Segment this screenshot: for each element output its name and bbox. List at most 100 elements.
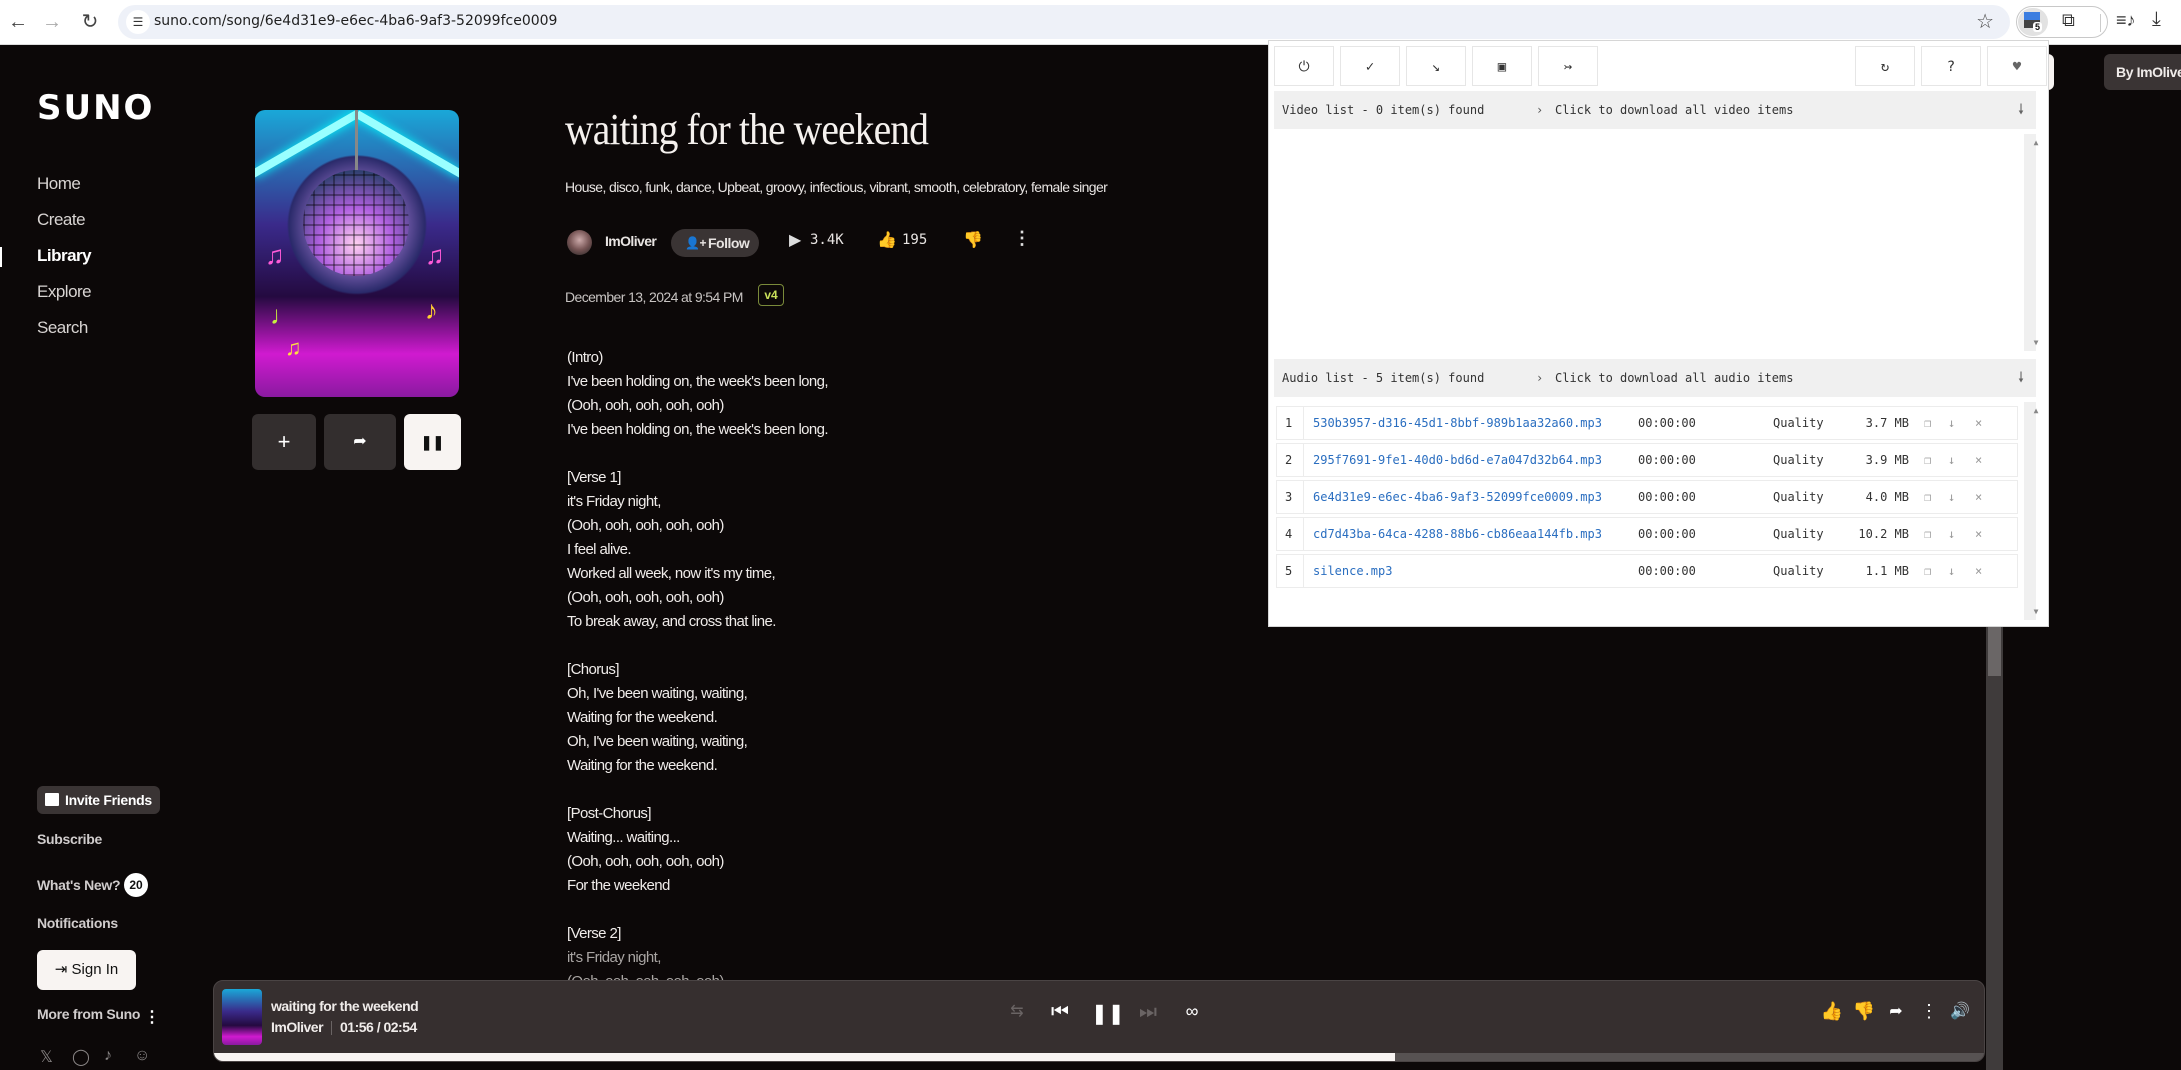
- reload-icon[interactable]: ↻: [78, 10, 102, 34]
- previous-track-icon[interactable]: ⏮: [1047, 1001, 1073, 1024]
- merge-icon[interactable]: ↣: [1538, 46, 1598, 86]
- quality-selector[interactable]: Quality: [1773, 407, 1824, 439]
- song-more-options-icon[interactable]: ⋮: [1013, 228, 1031, 249]
- song-cover-art[interactable]: ♫ ♫ ♩ ♪ ♫: [255, 110, 459, 397]
- artist-avatar[interactable]: [567, 230, 592, 255]
- nav-explore[interactable]: Explore: [37, 282, 92, 302]
- chevron-right-icon: ›: [1536, 371, 1544, 385]
- loop-icon[interactable]: ∞: [1179, 1001, 1205, 1022]
- nav-search[interactable]: Search: [37, 318, 88, 338]
- nav-library[interactable]: Library: [37, 246, 92, 266]
- lyrics-line: (Ooh, ooh, ooh, ooh, ooh): [567, 853, 724, 870]
- close-icon[interactable]: ×: [1975, 407, 1982, 439]
- volume-icon[interactable]: 🔊: [1947, 1001, 1973, 1021]
- page-scrollbar-thumb[interactable]: [1988, 626, 2001, 676]
- close-icon[interactable]: ×: [1975, 518, 1982, 550]
- nav-home[interactable]: Home: [37, 174, 81, 194]
- sign-in-button[interactable]: ⇥ Sign In: [37, 950, 136, 990]
- more-vertical-icon[interactable]: ⋮: [144, 1007, 160, 1027]
- toolbar-divider: [2100, 14, 2101, 32]
- download-all-video-icon[interactable]: 🠗: [2018, 91, 2024, 129]
- audio-file-link[interactable]: 6e4d31e9-e6ec-4ba6-9af3-52099fce0009.mp3: [1313, 481, 1602, 513]
- bookmark-star-icon[interactable]: ☆: [1976, 9, 1994, 34]
- nav-create[interactable]: Create: [37, 210, 86, 230]
- pause-button[interactable]: ❚❚: [404, 414, 461, 470]
- player-song-title[interactable]: waiting for the weekend: [271, 998, 419, 1014]
- copy-icon[interactable]: ❐: [1924, 555, 1931, 587]
- download-icon[interactable]: ↓: [1948, 481, 1955, 513]
- help-icon[interactable]: ?: [1921, 46, 1981, 86]
- playback-progress-bar[interactable]: [214, 1053, 1984, 1061]
- subscribe-link[interactable]: Subscribe: [37, 831, 102, 847]
- video-list-scrollbar[interactable]: ▲ ▼: [2024, 134, 2038, 351]
- refresh-icon[interactable]: ↻: [1855, 46, 1915, 86]
- player-dislike-icon[interactable]: 👎: [1851, 1001, 1877, 1022]
- media-controls-icon[interactable]: ≡♪: [2116, 10, 2136, 31]
- audio-file-link[interactable]: 295f7691-9fe1-40d0-bd6d-e7a047d32b64.mp3: [1313, 444, 1602, 476]
- discord-icon[interactable]: ☺: [134, 1047, 150, 1065]
- whats-new-link[interactable]: What's New?: [37, 877, 121, 893]
- more-from-suno-link[interactable]: More from Suno: [37, 1006, 140, 1022]
- player-cover-thumbnail[interactable]: [222, 989, 262, 1045]
- share-button[interactable]: ➦: [324, 414, 396, 470]
- repeat-icon[interactable]: ⇆: [1004, 1001, 1030, 1021]
- extensions-puzzle-icon[interactable]: ⧉: [2062, 10, 2075, 31]
- audio-list-scrollbar[interactable]: ▲ ▼: [2024, 402, 2038, 620]
- next-track-icon[interactable]: ⏭: [1135, 1001, 1161, 1024]
- playback-progress-fill: [214, 1053, 1395, 1061]
- link-icon[interactable]: ▣: [1472, 46, 1532, 86]
- play-count: 3.4K: [810, 232, 844, 248]
- download-icon[interactable]: ↓: [1948, 444, 1955, 476]
- audio-file-link[interactable]: cd7d43ba-64ca-4288-88b6-cb86eaa144fb.mp3: [1313, 518, 1602, 550]
- shrink-icon[interactable]: ↘: [1406, 46, 1466, 86]
- quality-selector[interactable]: Quality: [1773, 555, 1824, 587]
- dislike-icon[interactable]: 👎: [963, 230, 983, 250]
- download-all-audio-icon[interactable]: 🠗: [2018, 359, 2024, 397]
- invite-friends-button[interactable]: Invite Friends: [37, 786, 160, 814]
- page-scrollbar[interactable]: [1986, 626, 2003, 1070]
- forward-icon[interactable]: →: [40, 10, 64, 34]
- copy-icon[interactable]: ❐: [1924, 518, 1931, 550]
- audio-file-link[interactable]: silence.mp3: [1313, 555, 1392, 587]
- artist-name[interactable]: ImOliver: [605, 233, 657, 249]
- instagram-icon[interactable]: ◯: [72, 1047, 90, 1067]
- quality-selector[interactable]: Quality: [1773, 518, 1824, 550]
- close-icon[interactable]: ×: [1975, 481, 1982, 513]
- quality-selector[interactable]: Quality: [1773, 481, 1824, 513]
- download-icon[interactable]: ↓: [1948, 518, 1955, 550]
- quality-selector[interactable]: Quality: [1773, 444, 1824, 476]
- player-artist[interactable]: ImOliver: [271, 1019, 324, 1035]
- player-pause-icon[interactable]: ❚❚: [1091, 1001, 1125, 1026]
- downloads-icon[interactable]: ⤓: [2152, 8, 2161, 31]
- download-icon[interactable]: ↓: [1948, 555, 1955, 587]
- follow-button[interactable]: 👤+ Follow: [671, 229, 759, 257]
- copy-icon[interactable]: ❐: [1924, 444, 1931, 476]
- player-more-icon[interactable]: ⋮: [1916, 1001, 1942, 1022]
- back-icon[interactable]: ←: [6, 10, 30, 34]
- x-icon[interactable]: 𝕏: [40, 1047, 53, 1067]
- suno-logo[interactable]: SUNO: [37, 88, 154, 128]
- copy-icon[interactable]: ❐: [1924, 407, 1931, 439]
- notifications-link[interactable]: Notifications: [37, 915, 118, 931]
- copy-icon[interactable]: ❐: [1924, 481, 1931, 513]
- heart-icon[interactable]: ♥: [1987, 46, 2047, 86]
- power-icon[interactable]: ⏻: [1274, 46, 1334, 86]
- close-icon[interactable]: ×: [1975, 555, 1982, 587]
- download-all-video-link[interactable]: Click to download all video items: [1555, 91, 1793, 129]
- player-share-icon[interactable]: ➦: [1883, 1001, 1909, 1021]
- download-icon[interactable]: ↓: [1948, 407, 1955, 439]
- download-all-audio-link[interactable]: Click to download all audio items: [1555, 359, 1793, 397]
- by-artist-button[interactable]: By ImOliver: [2104, 54, 2181, 90]
- lyrics-line: [Chorus]: [567, 661, 619, 678]
- close-icon[interactable]: ×: [1975, 444, 1982, 476]
- add-to-playlist-button[interactable]: +: [252, 414, 316, 470]
- url-text[interactable]: suno.com/song/6e4d31e9-e6ec-4ba6-9af3-52…: [154, 13, 557, 29]
- like-icon[interactable]: 👍: [877, 230, 897, 250]
- player-like-icon[interactable]: 👍: [1819, 1001, 1845, 1022]
- tiktok-icon[interactable]: ♪: [104, 1047, 112, 1065]
- site-info-icon[interactable]: ☰: [126, 10, 150, 34]
- lyrics-line: Waiting for the weekend.: [567, 757, 718, 774]
- audio-file-link[interactable]: 530b3957-d316-45d1-8bbf-989b1aa32a60.mp3: [1313, 407, 1602, 439]
- address-bar[interactable]: ☰ suno.com/song/6e4d31e9-e6ec-4ba6-9af3-…: [118, 5, 2010, 39]
- broom-icon[interactable]: ✓: [1340, 46, 1400, 86]
